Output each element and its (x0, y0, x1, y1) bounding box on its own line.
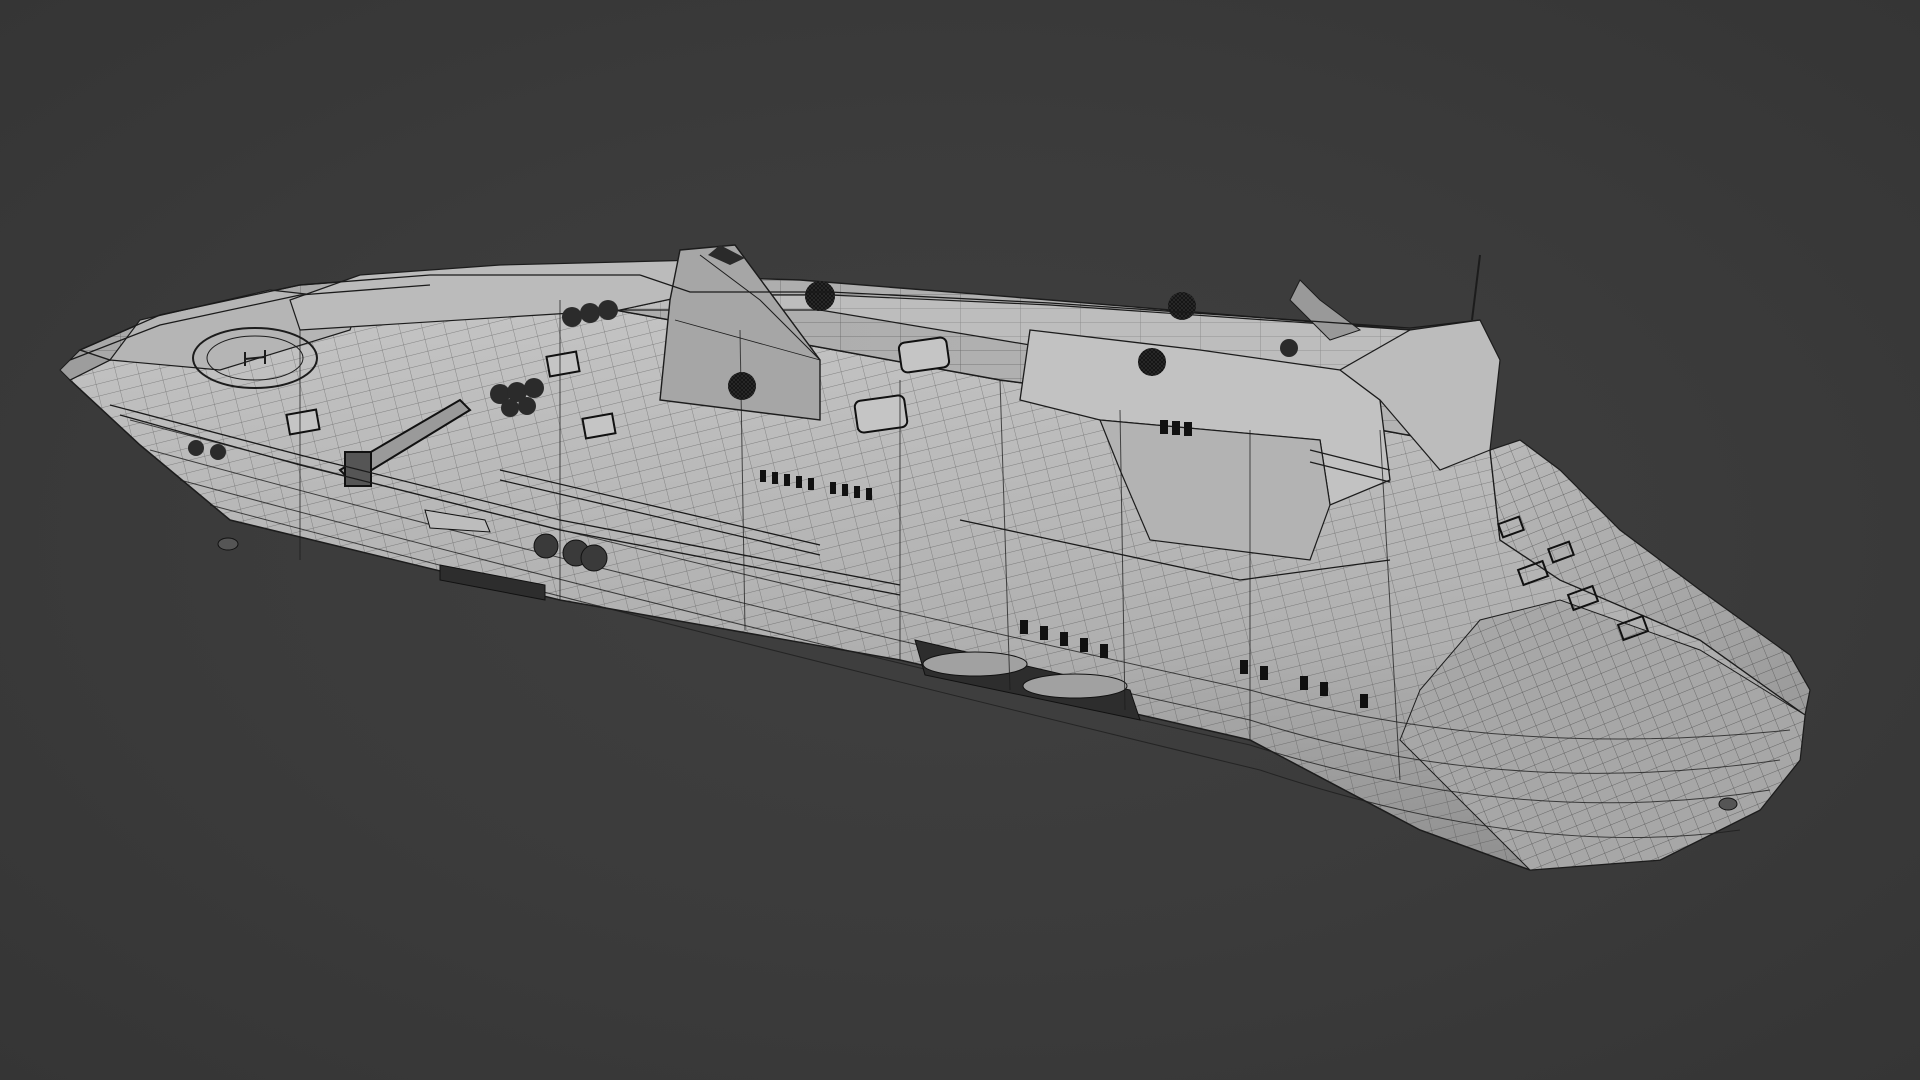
3d-viewport[interactable] (0, 0, 1920, 1080)
bow-thruster (1718, 797, 1738, 811)
propeller (217, 537, 239, 551)
ship-model[interactable] (0, 0, 1920, 1080)
hull[interactable] (59, 299, 1811, 871)
